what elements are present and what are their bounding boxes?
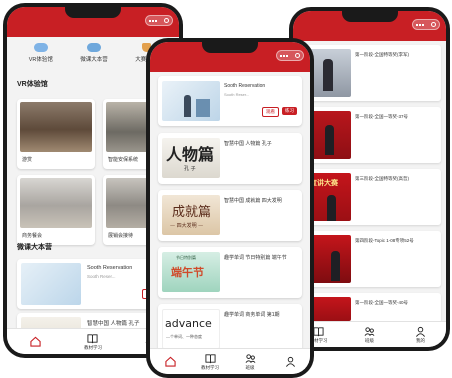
cloud-icon	[87, 43, 102, 52]
screen-middle: Sooth Reservation Sooth Reser... 观看 练习 人…	[150, 42, 310, 374]
user-icon	[285, 356, 295, 367]
book-icon	[87, 333, 99, 343]
tab-textbook[interactable]: 教材学习	[64, 329, 121, 354]
class-icon	[364, 326, 375, 336]
thumbnail-art-subtitle: 节日特别篇	[176, 255, 196, 260]
micro-course-card[interactable]: Sooth Reservation Sooth Reser... 观看	[17, 259, 165, 309]
contest-title: 第一阶段-全国一等奖-37号	[355, 114, 409, 119]
more-icon[interactable]	[280, 55, 288, 57]
tab-bar: 教材学习 班级 我的	[293, 321, 446, 347]
contest-banner-text: 宣讲大赛	[310, 178, 338, 187]
course-title: Sooth Reservation	[224, 83, 266, 89]
course-thumbnail: 节日特别篇 端午节	[162, 252, 220, 292]
thumbnail-art-title: 人物篇	[166, 145, 215, 164]
course-subtitle: Sooth Reser...	[87, 274, 116, 279]
home-icon	[30, 336, 41, 347]
cloud-icon	[33, 43, 48, 52]
class-icon	[245, 353, 255, 363]
vr-scene-image	[20, 178, 92, 228]
tab-class[interactable]: 班级	[344, 322, 395, 347]
tab-label: 教材学习	[83, 344, 102, 350]
contest-title: 第三阶段-全国特等奖(高哲)	[355, 176, 409, 181]
vr-card-caption: 商务餐会	[22, 233, 43, 239]
contest-video-item[interactable]: 第一阶段-全国一等奖-37号	[303, 107, 441, 163]
vr-scene-image	[20, 102, 92, 152]
course-title: 智慧中国 成就篇 四大发明	[224, 198, 282, 204]
tab-mine[interactable]: 我的	[395, 322, 446, 347]
thumbnail-art-title: 成就篇	[172, 205, 212, 220]
course-title: Sooth Reservation	[87, 265, 133, 271]
watch-button[interactable]: 观看	[262, 107, 279, 117]
mini-program-capsule[interactable]	[145, 15, 173, 26]
home-icon	[164, 356, 176, 367]
contest-video-item[interactable]: 宣讲大赛 第三阶段-全国特等奖(高哲)	[303, 169, 441, 225]
contest-title: 第一阶段-全国特等奖(李军)	[355, 52, 409, 57]
vr-card[interactable]: 游赏	[17, 99, 95, 169]
tab-label: 班级	[245, 364, 255, 370]
phone-middle: Sooth Reservation Sooth Reser... 观看 练习 人…	[146, 38, 314, 378]
contest-video-item[interactable]: 第一阶段-全国一等奖-40号	[303, 293, 441, 323]
course-subtitle: Sooth Reser...	[224, 92, 250, 97]
quick-entry-micro[interactable]: 微课大本营	[80, 43, 108, 63]
tab-textbook[interactable]: 教材学习	[190, 349, 230, 374]
tab-label: 教材学习	[201, 364, 219, 370]
course-title: 趣学单词 商务单词 第1期	[224, 312, 280, 318]
quick-entry-vr[interactable]: VR体验馆	[29, 43, 53, 63]
tab-class[interactable]: 班级	[230, 349, 270, 374]
notch	[202, 42, 258, 53]
tab-bar: 教材学习 班级	[150, 348, 310, 374]
thumbnail-art-title: advance	[165, 317, 212, 330]
contest-video-item[interactable]: 第四阶段-Topic 1-08专项52号	[303, 231, 441, 287]
contest-video-item[interactable]: 第一阶段-全国特等奖(李军)	[303, 45, 441, 101]
section-title-micro: 微课大本营	[17, 244, 52, 251]
course-thumbnail: 成就篇 — 四大发明 —	[162, 195, 220, 235]
tab-home[interactable]	[150, 349, 190, 374]
tab-mine[interactable]	[270, 349, 310, 374]
book-icon	[313, 326, 324, 336]
practice-button[interactable]: 练习	[282, 107, 297, 115]
stage: VR体验馆 微课大本营 大赛风采 VR体验馆 游赏	[0, 0, 452, 378]
section-title-vr: VR体验馆	[17, 81, 48, 88]
notch	[341, 11, 398, 22]
thumbnail-art-subtitle: —个单词、一种态度	[166, 334, 202, 339]
more-icon[interactable]	[149, 20, 157, 22]
vr-grid: 游赏 智能安保系统 商务餐会 展销会接待	[17, 99, 179, 245]
user-icon	[416, 326, 425, 337]
course-title: 智慧中国 人物篇 孔子	[224, 141, 272, 147]
quick-entry-label: VR体验馆	[28, 57, 53, 63]
notch	[65, 7, 121, 18]
mini-program-capsule[interactable]	[276, 50, 304, 61]
close-icon[interactable]	[431, 22, 436, 27]
course-thumbnail	[21, 263, 81, 305]
contest-title: 第四阶段-Topic 1-08专项52号	[355, 238, 414, 243]
course-thumbnail: 人物篇 孔 子	[162, 138, 220, 178]
micro-course-card[interactable]: 节日特别篇 端午节 趣学单词 节日特别篇 端午节	[158, 247, 302, 298]
course-title: 智慧中国 人物篇 孔子	[87, 321, 140, 327]
contest-title: 第一阶段-全国一等奖-40号	[355, 300, 409, 305]
tab-label: 我的	[416, 337, 425, 343]
micro-course-card[interactable]: 成就篇 — 四大发明 — 智慧中国 成就篇 四大发明	[158, 190, 302, 241]
course-title: 趣学单词 节日特别篇 端午节	[224, 255, 287, 261]
thumbnail-art-title: 端午节	[171, 266, 204, 279]
screen-right: 第一阶段-全国特等奖(李军) 第一阶段-全国一等奖-37号 宣讲大赛 第三阶段-…	[293, 11, 446, 347]
micro-course-card[interactable]: 人物篇 孔 子 智慧中国 人物篇 孔子	[158, 133, 302, 184]
close-icon[interactable]	[295, 53, 300, 58]
vr-card[interactable]: 商务餐会	[17, 175, 95, 245]
thumbnail-art-subtitle: — 四大发明 —	[170, 223, 204, 229]
course-thumbnail: advance —个单词、一种态度	[162, 309, 220, 349]
close-icon[interactable]	[164, 18, 169, 23]
vr-card-caption: 游赏	[22, 157, 33, 163]
micro-course-card[interactable]: Sooth Reservation Sooth Reser... 观看 练习	[158, 76, 302, 126]
more-icon[interactable]	[416, 24, 424, 26]
tab-label: 班级	[365, 337, 374, 343]
quick-entry-label: 微课大本营	[80, 57, 108, 63]
mini-program-capsule[interactable]	[412, 19, 440, 30]
thumbnail-art-subtitle: 孔 子	[184, 166, 196, 172]
book-icon	[204, 353, 216, 363]
course-thumbnail	[162, 81, 220, 121]
tab-home[interactable]	[7, 329, 64, 354]
